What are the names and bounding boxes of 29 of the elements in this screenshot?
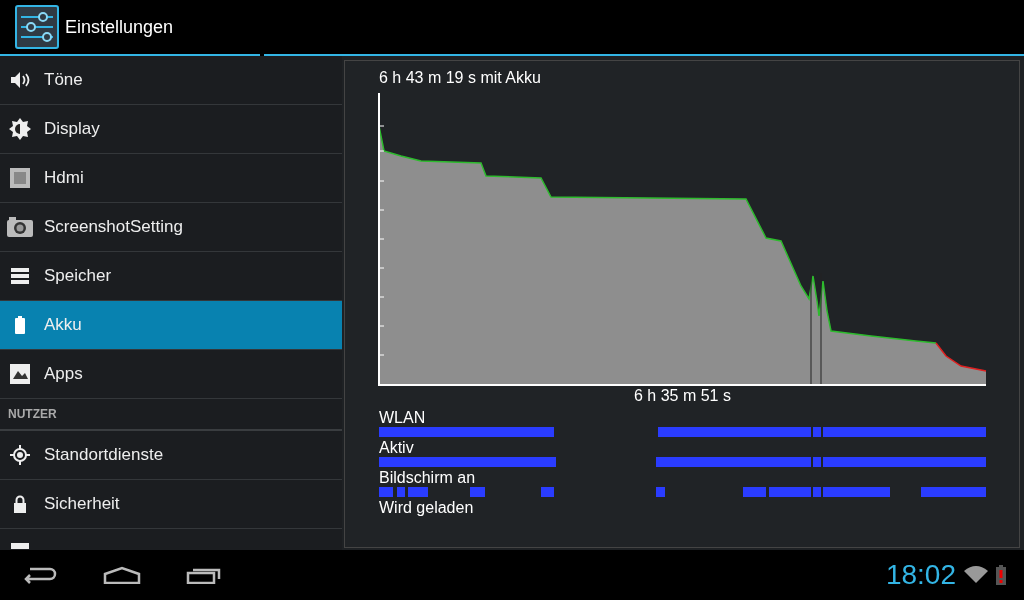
battery-duration: 6 h 43 m 19 s mit Akku bbox=[379, 69, 542, 87]
activity-label: Bildschirm an bbox=[379, 469, 476, 487]
app-title: Einstellungen bbox=[65, 16, 174, 38]
sidebar-item[interactable]: Hdmi bbox=[0, 154, 342, 203]
screen-icon bbox=[8, 166, 32, 190]
graph-timespan: 6 h 35 m 51 s bbox=[633, 387, 732, 405]
sidebar-item[interactable]: Standortdienste bbox=[0, 431, 342, 480]
clock: 18:02 bbox=[885, 559, 956, 591]
battery-status-icon bbox=[996, 565, 1006, 585]
activity-label: WLAN bbox=[379, 409, 426, 427]
sidebar-item[interactable]: Apps bbox=[0, 350, 342, 399]
sidebar-item[interactable]: Sicherheit bbox=[0, 480, 342, 529]
sidebar-item[interactable]: Display bbox=[0, 105, 342, 154]
camera-icon bbox=[6, 216, 34, 238]
wifi-icon bbox=[964, 566, 988, 584]
activity-label: Aktiv bbox=[379, 439, 414, 457]
apps-icon bbox=[8, 362, 32, 386]
section-header: NUTZER bbox=[8, 407, 57, 421]
settings-icon bbox=[15, 5, 59, 49]
home-button[interactable] bbox=[103, 566, 141, 584]
sidebar-item[interactable]: ScreenshotSetting bbox=[0, 203, 342, 252]
activity-label: Wird geladen bbox=[379, 499, 474, 517]
sidebar-item[interactable]: Töne bbox=[0, 56, 342, 105]
sidebar-item[interactable]: Akku bbox=[0, 301, 342, 350]
list-icon bbox=[8, 543, 32, 549]
location-icon bbox=[8, 443, 32, 467]
brightness-icon bbox=[8, 117, 32, 141]
back-button[interactable] bbox=[22, 565, 58, 585]
recent-apps-button[interactable] bbox=[186, 566, 222, 584]
